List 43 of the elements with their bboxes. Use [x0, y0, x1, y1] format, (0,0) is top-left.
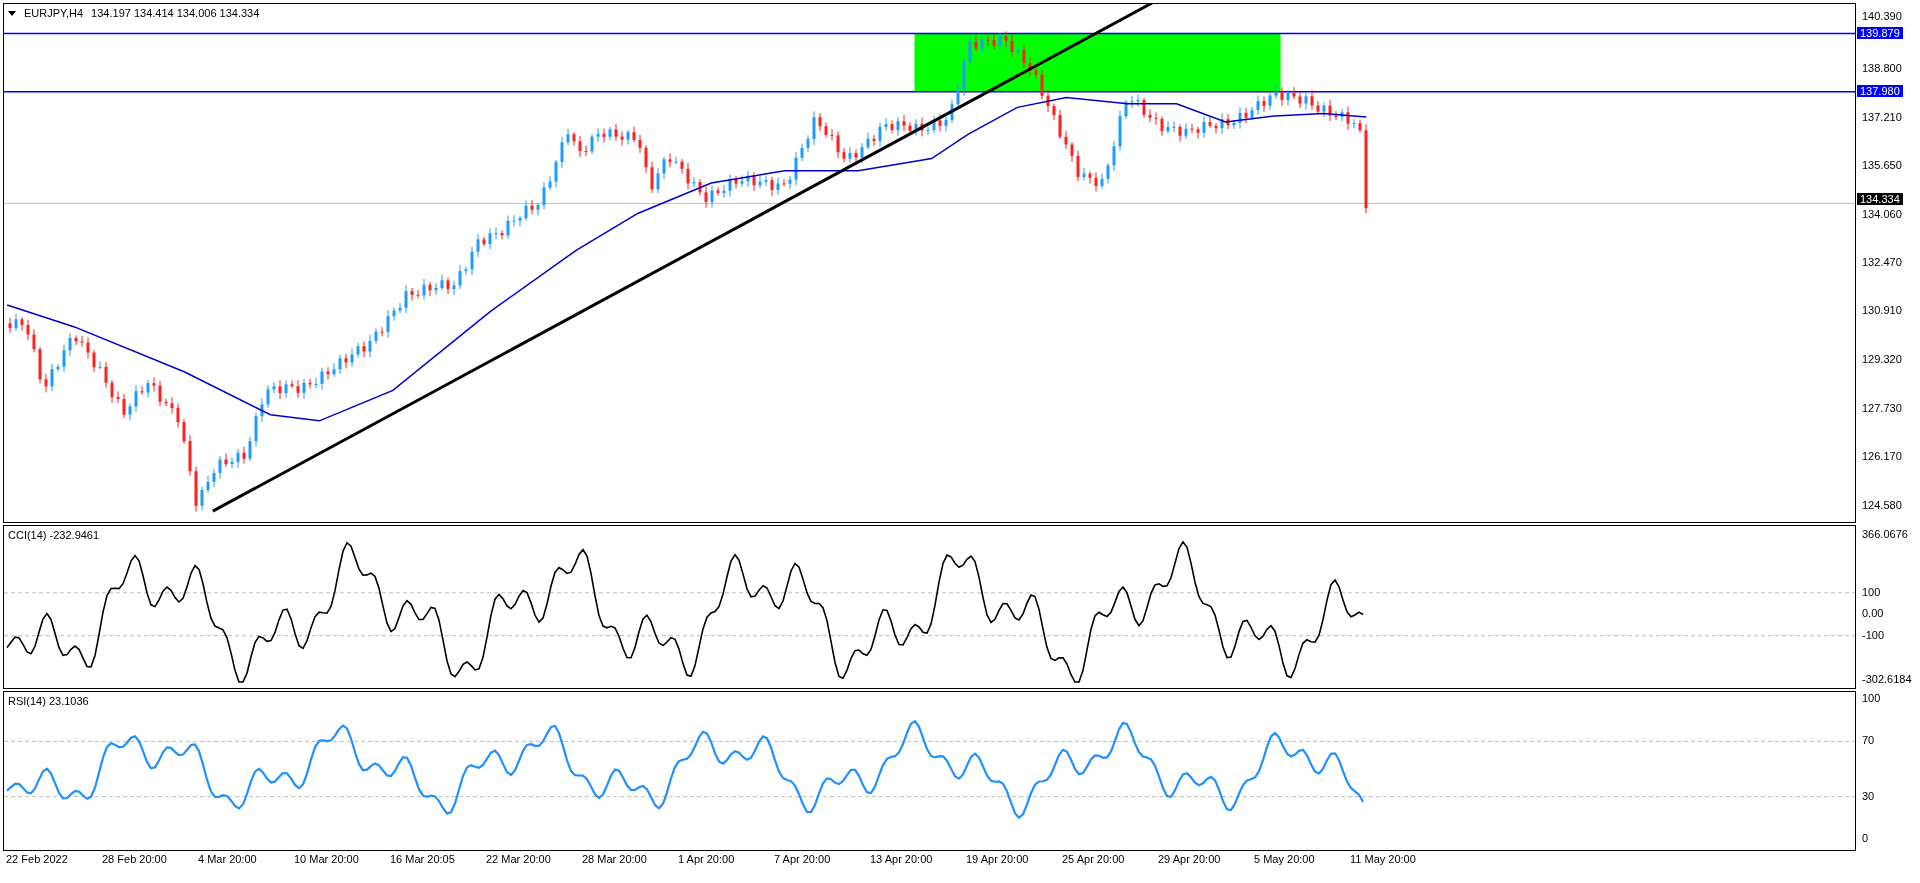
price-axis-label: 135.650: [1862, 158, 1902, 171]
time-axis-label: 4 Mar 20:00: [198, 853, 258, 865]
time-axis-label: 25 Apr 20:00: [1062, 853, 1126, 865]
cci-axis-label: -302.6184: [1862, 673, 1912, 685]
time-axis-label: 16 Mar 20:05: [390, 853, 456, 865]
rsi-axis-label: 0: [1862, 832, 1869, 844]
price-axis-label: 134.060: [1862, 207, 1902, 220]
rsi-axis-label: 70: [1862, 734, 1875, 746]
caret-icon[interactable]: [8, 10, 16, 16]
price-axis-label: 132.470: [1862, 256, 1902, 269]
time-axis-label: 10 Mar 20:00: [294, 853, 360, 865]
price-axis-label: 127.730: [1862, 402, 1902, 415]
rsi-axis-label: 100: [1862, 692, 1881, 704]
price-axis-label: 124.580: [1862, 499, 1902, 511]
price-axis-label: 140.390: [1862, 10, 1902, 22]
ohlc-values: 134.197 134.414 134.006 134.334: [91, 7, 260, 19]
time-axis-label: 13 Apr 20:00: [870, 853, 934, 865]
cci-axis-label: -100: [1862, 629, 1885, 642]
time-axis-label: 28 Mar 20:00: [582, 853, 648, 865]
time-axis-label: 19 Apr 20:00: [966, 853, 1030, 865]
rsi-axis-label: 30: [1862, 790, 1875, 802]
time-axis-label: 22 Mar 20:00: [486, 853, 552, 865]
price-axis-label: 126.170: [1862, 450, 1902, 463]
time-axis-label: 29 Apr 20:00: [1158, 853, 1222, 865]
chart-symbol: EURJPY,H4: [24, 7, 84, 19]
cci-axis-label: 0.00: [1862, 607, 1884, 620]
price-tag: 139.879: [1857, 26, 1903, 39]
time-axis-label: 1 Apr 20:00: [678, 853, 736, 865]
cci-axis-label: 100: [1862, 585, 1881, 598]
price-axis-label: 137.210: [1862, 110, 1902, 123]
indicator-title: CCI(14) -232.9461: [8, 529, 100, 541]
time-axis-label: 28 Feb 20:00: [102, 853, 168, 865]
price-axis-label: 130.910: [1862, 304, 1902, 317]
time-axis-label: 7 Apr 20:00: [774, 853, 832, 865]
price-axis-label: 129.320: [1862, 353, 1902, 366]
price-tag: 134.334: [1857, 193, 1903, 206]
time-axis-label: 22 Feb 2022: [6, 853, 69, 865]
time-axis-label: 11 May 20:00: [1350, 853, 1417, 865]
price-tag: 137.980: [1857, 85, 1903, 98]
indicator-title: RSI(14) 23.1036: [8, 695, 89, 707]
cci-axis-label: 366.0676: [1862, 528, 1908, 540]
price-axis-label: 138.800: [1862, 61, 1902, 74]
time-axis-label: 5 May 20:00: [1254, 853, 1316, 865]
